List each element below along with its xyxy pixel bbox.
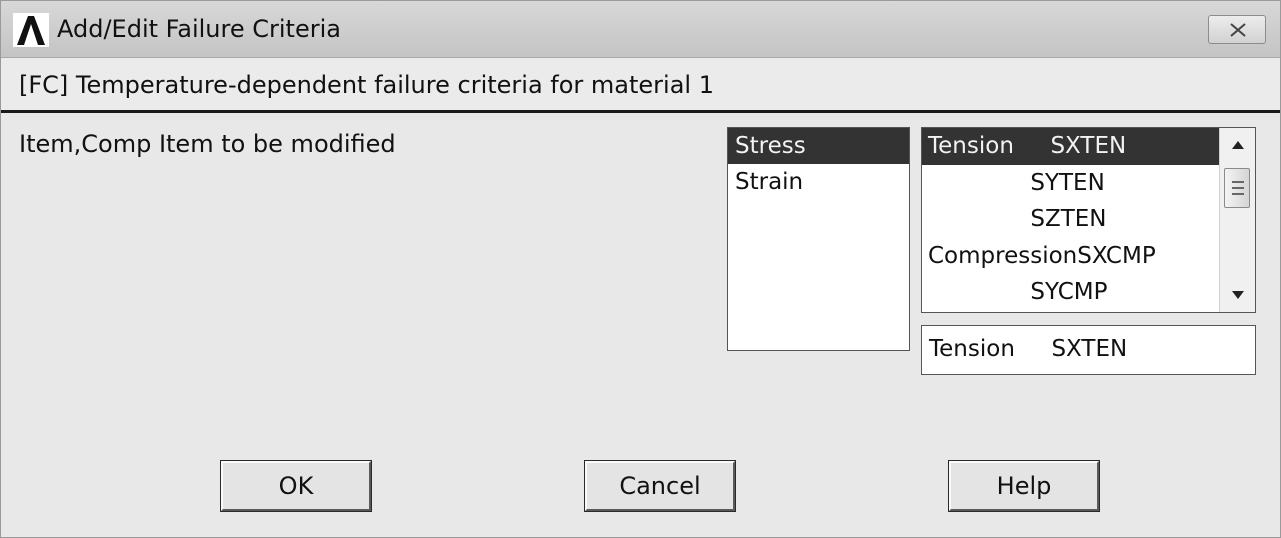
list-item-sxcmp[interactable]: CompressionSXCMP xyxy=(922,238,1219,275)
arrow-down-icon xyxy=(1232,291,1244,299)
help-button[interactable]: Help xyxy=(948,460,1100,512)
scroll-thumb[interactable] xyxy=(1224,168,1250,208)
scroll-down-button[interactable] xyxy=(1220,282,1255,308)
scroll-up-button[interactable] xyxy=(1220,132,1255,158)
item-comp-label: Item,Comp Item to be modified xyxy=(19,130,396,158)
list-item-szten[interactable]: SZTEN xyxy=(922,201,1219,238)
component-list: Tension SXTEN SYTEN SZTEN CompressionSXC… xyxy=(922,128,1219,311)
selected-component-field[interactable]: Tension SXTEN xyxy=(921,325,1256,375)
title-bar[interactable]: Add/Edit Failure Criteria xyxy=(1,1,1280,58)
component-scrollbar[interactable] xyxy=(1219,128,1255,312)
item-listbox[interactable]: Stress Strain xyxy=(727,127,910,351)
component-listbox[interactable]: Tension SXTEN SYTEN SZTEN CompressionSXC… xyxy=(921,127,1256,313)
command-description: [FC] Temperature-dependent failure crite… xyxy=(19,71,714,99)
cancel-button[interactable]: Cancel xyxy=(584,460,736,512)
list-item-sxten[interactable]: Tension SXTEN xyxy=(922,128,1219,165)
arrow-up-icon xyxy=(1232,141,1244,149)
ok-button[interactable]: OK xyxy=(220,460,372,512)
list-item-syten[interactable]: SYTEN xyxy=(922,165,1219,202)
list-item-strain[interactable]: Strain xyxy=(728,164,909,200)
close-icon xyxy=(1230,23,1246,37)
dialog-window: Add/Edit Failure Criteria [FC] Temperatu… xyxy=(0,0,1281,538)
list-item-stress[interactable]: Stress xyxy=(728,128,909,164)
list-item-sycmp[interactable]: SYCMP xyxy=(922,274,1219,311)
command-header: [FC] Temperature-dependent failure crite… xyxy=(1,58,1280,113)
ansys-logo-icon xyxy=(13,13,49,47)
close-button[interactable] xyxy=(1208,15,1266,44)
window-title: Add/Edit Failure Criteria xyxy=(57,15,341,43)
